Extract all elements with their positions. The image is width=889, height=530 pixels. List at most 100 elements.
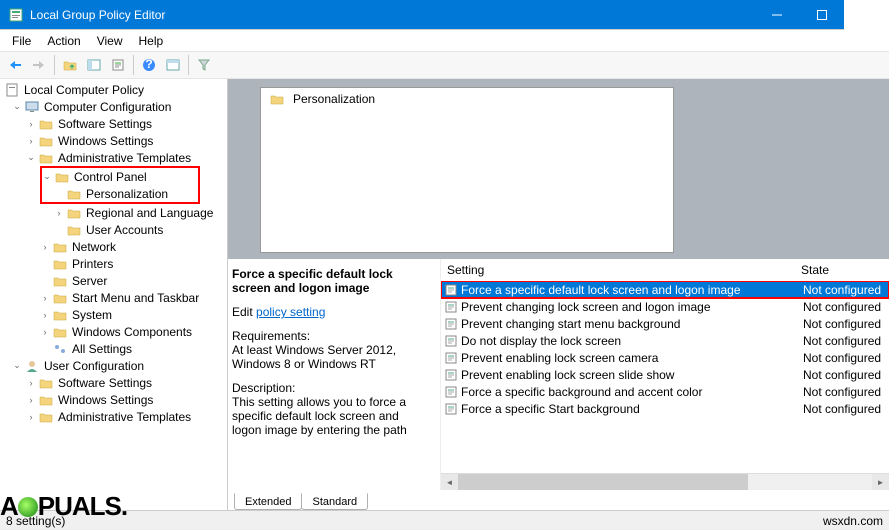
requirements-label: Requirements: bbox=[232, 329, 430, 343]
forward-button[interactable] bbox=[28, 54, 50, 76]
settings-row[interactable]: Prevent enabling lock screen slide showN… bbox=[441, 366, 889, 383]
expand-icon[interactable]: › bbox=[26, 412, 36, 422]
edit-link-row: Edit policy setting bbox=[232, 305, 430, 319]
expand-icon[interactable]: › bbox=[40, 327, 50, 337]
setting-icon bbox=[443, 300, 459, 314]
back-button[interactable] bbox=[4, 54, 26, 76]
description-section: Description: This setting allows you to … bbox=[232, 381, 430, 437]
tree-start-menu[interactable]: › Start Menu and Taskbar bbox=[2, 289, 225, 306]
description-label: Description: bbox=[232, 381, 430, 395]
menu-action[interactable]: Action bbox=[39, 32, 88, 50]
expand-icon[interactable]: › bbox=[40, 293, 50, 303]
folder-up-button[interactable] bbox=[59, 54, 81, 76]
setting-state: Not configured bbox=[803, 334, 889, 348]
folder-icon bbox=[38, 410, 54, 424]
setting-icon bbox=[443, 368, 459, 382]
folder-icon bbox=[38, 393, 54, 407]
settings-row[interactable]: Prevent enabling lock screen cameraNot c… bbox=[441, 349, 889, 366]
tree-all-settings[interactable]: All Settings bbox=[2, 340, 225, 357]
collapse-icon[interactable]: ⌄ bbox=[12, 360, 22, 371]
settings-row[interactable]: Prevent changing start menu backgroundNo… bbox=[441, 315, 889, 332]
menu-help[interactable]: Help bbox=[131, 32, 172, 50]
tree-user-config[interactable]: ⌄ User Configuration bbox=[2, 357, 225, 374]
tree-software-settings[interactable]: › Software Settings bbox=[2, 115, 225, 132]
tree-personalization[interactable]: Personalization bbox=[42, 185, 198, 202]
settings-row[interactable]: Do not display the lock screenNot config… bbox=[441, 332, 889, 349]
show-hide-tree-button[interactable] bbox=[83, 54, 105, 76]
tree-admin-templates[interactable]: ⌄ Administrative Templates bbox=[2, 149, 225, 166]
collapse-icon[interactable]: ⌄ bbox=[26, 152, 36, 163]
edit-policy-link[interactable]: policy setting bbox=[256, 305, 325, 319]
tree-computer-config[interactable]: ⌄ Computer Configuration bbox=[2, 98, 225, 115]
menu-view[interactable]: View bbox=[89, 32, 131, 50]
tree-root[interactable]: Local Computer Policy bbox=[2, 81, 225, 98]
expand-icon[interactable]: › bbox=[26, 136, 36, 146]
export-button[interactable] bbox=[162, 54, 184, 76]
titlebar: Local Group Policy Editor bbox=[0, 0, 889, 30]
horizontal-scrollbar[interactable]: ◄ ► bbox=[441, 473, 889, 490]
setting-label: Do not display the lock screen bbox=[461, 334, 803, 348]
tree-panel[interactable]: Local Computer Policy ⌄ Computer Configu… bbox=[0, 79, 228, 510]
tree-windows-components[interactable]: › Windows Components bbox=[2, 323, 225, 340]
collapse-icon[interactable]: ⌄ bbox=[42, 171, 52, 182]
scroll-track[interactable] bbox=[458, 474, 872, 490]
folder-icon bbox=[66, 187, 82, 201]
tab-standard[interactable]: Standard bbox=[301, 493, 368, 510]
tree-u-windows[interactable]: › Windows Settings bbox=[2, 391, 225, 408]
column-state[interactable]: State bbox=[801, 263, 887, 277]
tree-network[interactable]: › Network bbox=[2, 238, 225, 255]
settings-list[interactable]: Force a specific default lock screen and… bbox=[441, 281, 889, 473]
user-icon bbox=[24, 359, 40, 373]
tree-control-panel[interactable]: ⌄ Control Panel bbox=[42, 168, 198, 185]
tree-windows-settings[interactable]: › Windows Settings bbox=[2, 132, 225, 149]
tree-u-admin-templates[interactable]: › Administrative Templates bbox=[2, 408, 225, 425]
minimize-button[interactable] bbox=[754, 0, 799, 30]
settings-panel: Setting State Force a specific default l… bbox=[440, 259, 889, 490]
setting-icon bbox=[443, 317, 459, 331]
expand-icon[interactable]: › bbox=[26, 378, 36, 388]
collapse-icon[interactable]: ⌄ bbox=[12, 101, 22, 112]
tree-user-accounts[interactable]: User Accounts bbox=[2, 221, 225, 238]
setting-state: Not configured bbox=[803, 283, 889, 297]
requirements-section: Requirements: At least Windows Server 20… bbox=[232, 329, 430, 371]
tab-extended[interactable]: Extended bbox=[234, 493, 302, 510]
close-button[interactable] bbox=[844, 0, 889, 30]
settings-row[interactable]: Force a specific default lock screen and… bbox=[441, 281, 889, 298]
settings-row[interactable]: Force a specific Start backgroundNot con… bbox=[441, 400, 889, 417]
settings-row[interactable]: Force a specific background and accent c… bbox=[441, 383, 889, 400]
filter-button[interactable] bbox=[193, 54, 215, 76]
view-tabs: Extended Standard bbox=[228, 490, 889, 510]
folder-icon bbox=[38, 117, 54, 131]
tree-u-software[interactable]: › Software Settings bbox=[2, 374, 225, 391]
expand-icon[interactable]: › bbox=[40, 242, 50, 252]
properties-button[interactable] bbox=[107, 54, 129, 76]
expand-icon[interactable]: › bbox=[26, 395, 36, 405]
setting-label: Prevent enabling lock screen slide show bbox=[461, 368, 803, 382]
scroll-thumb[interactable] bbox=[458, 474, 748, 490]
setting-label: Prevent changing start menu background bbox=[461, 317, 803, 331]
column-setting[interactable]: Setting bbox=[443, 263, 801, 277]
scroll-left-button[interactable]: ◄ bbox=[441, 474, 458, 490]
expand-icon[interactable]: › bbox=[40, 310, 50, 320]
maximize-button[interactable] bbox=[799, 0, 844, 30]
help-button[interactable]: ? bbox=[138, 54, 160, 76]
settings-row[interactable]: Prevent changing lock screen and logon i… bbox=[441, 298, 889, 315]
tree-system[interactable]: › System bbox=[2, 306, 225, 323]
folder-icon bbox=[38, 151, 54, 165]
description-panel: Force a specific default lock screen and… bbox=[228, 259, 440, 490]
setting-state: Not configured bbox=[803, 351, 889, 365]
tree-regional[interactable]: › Regional and Language bbox=[2, 204, 225, 221]
setting-icon bbox=[443, 283, 459, 297]
setting-state: Not configured bbox=[803, 300, 889, 314]
main-content: Local Computer Policy ⌄ Computer Configu… bbox=[0, 79, 889, 510]
folder-icon bbox=[38, 376, 54, 390]
tree-printers[interactable]: Printers bbox=[2, 255, 225, 272]
tree-server[interactable]: Server bbox=[2, 272, 225, 289]
folder-icon bbox=[52, 325, 68, 339]
menu-file[interactable]: File bbox=[4, 32, 39, 50]
folder-icon bbox=[52, 240, 68, 254]
toolbar-separator bbox=[54, 55, 55, 75]
scroll-right-button[interactable]: ► bbox=[872, 474, 889, 490]
expand-icon[interactable]: › bbox=[26, 119, 36, 129]
expand-icon[interactable]: › bbox=[54, 208, 64, 218]
